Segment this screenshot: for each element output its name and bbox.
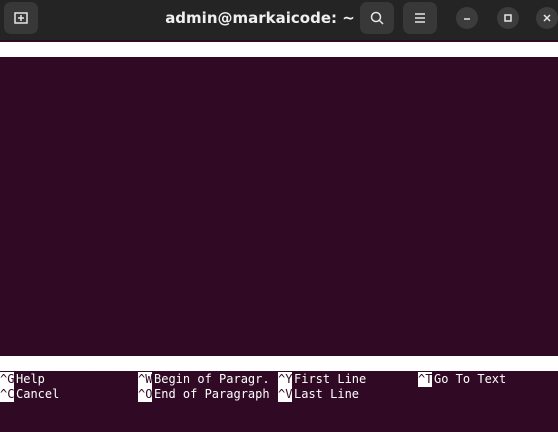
- shortcut-key: ^Y: [278, 372, 293, 387]
- shortcut-key: ^T: [418, 372, 433, 387]
- shortcut-first-line[interactable]: ^Y First Line: [278, 372, 418, 387]
- search-button[interactable]: [360, 2, 394, 34]
- close-icon: [543, 14, 551, 22]
- shortcut-key: ^O: [138, 387, 153, 402]
- shortcut-go-to-text[interactable]: ^T Go To Text: [418, 372, 558, 387]
- shortcut-help[interactable]: ^G Help: [0, 372, 138, 387]
- minimize-button[interactable]: [456, 7, 478, 29]
- shortcut-label: Help: [16, 372, 45, 386]
- editor-buffer[interactable]: [0, 57, 558, 355]
- shortcut-label: Begin of Paragr.: [154, 372, 270, 386]
- shortcut-cancel[interactable]: ^C Cancel: [0, 387, 138, 402]
- shortcut-label: Go To Text: [434, 372, 507, 386]
- shortcut-label: First Line: [294, 372, 367, 386]
- shortcut-key: ^G: [0, 372, 15, 387]
- maximize-button[interactable]: [497, 7, 519, 29]
- window-title: admin@markaicode: ~: [165, 9, 355, 27]
- shortcut-key: ^C: [0, 387, 15, 402]
- shortcut-label: End of Paragraph: [154, 387, 270, 401]
- shortcut-last-line[interactable]: ^V Last Line: [278, 387, 418, 402]
- close-button[interactable]: [536, 7, 558, 29]
- maximize-icon: [504, 14, 512, 22]
- search-icon: [370, 11, 384, 25]
- minimize-icon: [464, 18, 470, 20]
- shortcut-key: ^V: [278, 387, 293, 402]
- prompt-bar[interactable]: Enter line number, column number:: [0, 356, 558, 385]
- shortcut-end-paragraph[interactable]: ^O End of Paragraph: [138, 387, 278, 402]
- nano-header-bar: GNU nano 6.2 New Buffer: [0, 42, 558, 86]
- shortcut-label: Last Line: [294, 387, 360, 401]
- shortcut-key: ^W: [138, 372, 153, 387]
- shortcut-label: Cancel: [16, 387, 60, 401]
- shortcut-begin-paragraph[interactable]: ^W Begin of Paragr.: [138, 372, 278, 387]
- menu-button[interactable]: [403, 2, 437, 34]
- hamburger-menu-icon: [415, 13, 425, 23]
- terminal-titlebar: admin@markaicode: ~: [0, 0, 558, 40]
